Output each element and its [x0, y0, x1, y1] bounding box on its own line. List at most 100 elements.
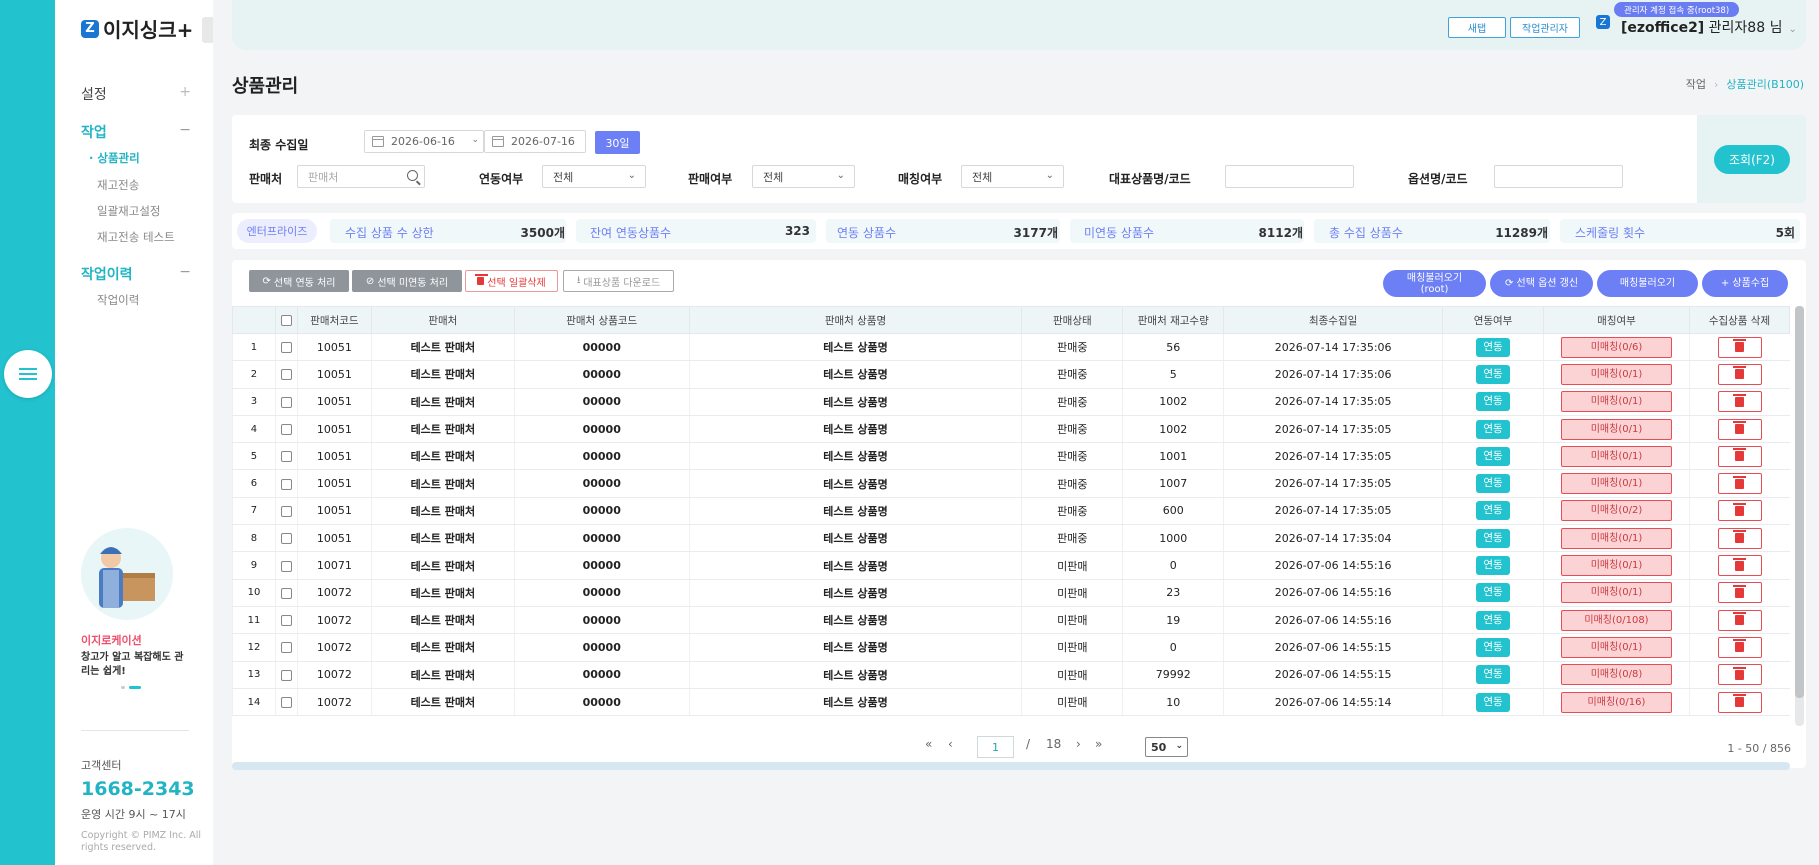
carousel-dot[interactable] [121, 686, 125, 689]
row-checkbox[interactable] [274, 579, 298, 607]
table-row[interactable]: 7 10051 테스트 판매처 00000 테스트 상품명 판매중 600 2026-07-1… [232, 497, 1790, 526]
date-from-input[interactable]: 2026-06-16 ⌄ [364, 130, 484, 153]
link-status-badge[interactable]: 연동 [1476, 692, 1511, 712]
match-status-badge[interactable]: 미매칭(0/1) [1560, 555, 1672, 577]
row-checkbox[interactable] [274, 469, 298, 498]
row-checkbox[interactable] [274, 442, 298, 471]
link-status-badge[interactable]: 연동 [1476, 528, 1511, 548]
cell-product-name[interactable]: 테스트 상품명 [688, 333, 1022, 362]
delete-row-button[interactable] [1717, 691, 1762, 713]
row-checkbox[interactable] [274, 415, 298, 444]
collect-products-button[interactable]: + 상품수집 [1702, 270, 1788, 297]
bulk-delete-button[interactable]: 선택 일괄삭제 [465, 270, 558, 292]
col-header-last-collected[interactable]: 최종수집일 [1223, 306, 1444, 334]
match-status-badge[interactable]: 미매칭(0/6) [1560, 336, 1672, 358]
nav-item-bulk-stock[interactable]: 일괄재고설정 [97, 203, 160, 219]
link-status-badge[interactable]: 연동 [1476, 446, 1511, 466]
delete-row-button[interactable] [1717, 418, 1762, 440]
table-row[interactable]: 5 10051 테스트 판매처 00000 테스트 상품명 판매중 1001 2026-07-… [232, 442, 1790, 471]
match-status-badge[interactable]: 미매칭(0/1) [1560, 473, 1672, 495]
search-icon[interactable] [407, 170, 418, 181]
table-row[interactable]: 1 10051 테스트 판매처 00000 테스트 상품명 판매중 56 2026-07-14… [232, 333, 1790, 362]
match-status-badge[interactable]: 미매칭(0/2) [1560, 500, 1672, 522]
link-status-badge[interactable]: 연동 [1476, 364, 1511, 384]
row-checkbox[interactable] [274, 360, 298, 389]
table-row[interactable]: 8 10051 테스트 판매처 00000 테스트 상품명 판매중 1000 2026-07-… [232, 524, 1790, 553]
bulk-link-button[interactable]: ⟳ 선택 연동 처리 [249, 270, 349, 292]
col-header-sale-status[interactable]: 판매상태 [1021, 306, 1124, 334]
table-row[interactable]: 6 10051 테스트 판매처 00000 테스트 상품명 판매중 1007 2026-07-… [232, 469, 1790, 498]
delete-row-button[interactable] [1717, 636, 1762, 658]
match-select[interactable]: 전체 ⌄ [961, 165, 1064, 188]
row-checkbox[interactable] [274, 606, 298, 635]
match-status-badge[interactable]: 미매칭(0/1) [1560, 363, 1672, 385]
row-checkbox[interactable] [274, 388, 298, 416]
col-header-product-name[interactable]: 판매처 상품명 [688, 306, 1023, 334]
delete-row-button[interactable] [1717, 500, 1762, 522]
new-tab-button[interactable]: 새탭 [1448, 17, 1506, 38]
nav-item-history[interactable]: 작업이력 [97, 292, 139, 308]
cell-product-name[interactable]: 테스트 상품명 [688, 469, 1022, 498]
download-button[interactable]: ⭳ 대표상품 다운로드 [563, 270, 674, 292]
app-logo[interactable]: Z 이지싱크+ [81, 14, 193, 43]
table-row[interactable]: 9 10071 테스트 판매처 00000 테스트 상품명 미판매 0 2026-07-06 … [232, 551, 1790, 580]
delete-row-button[interactable] [1717, 473, 1762, 495]
cell-product-name[interactable]: 테스트 상품명 [688, 551, 1022, 580]
match-load-button[interactable]: 매칭불러오기 [1597, 270, 1698, 297]
seller-search-input[interactable]: 판매처 [297, 165, 425, 188]
delete-row-button[interactable] [1717, 445, 1762, 467]
option-refresh-button[interactable]: ⟳ 선택 옵션 갱신 [1490, 270, 1593, 297]
col-header-stock[interactable]: 판매처 재고수량 [1122, 306, 1225, 334]
table-row[interactable]: 12 10072 테스트 판매처 00000 테스트 상품명 미판매 0 2026-07-06… [232, 633, 1790, 662]
match-load-root-button[interactable]: 매칭불러오기 (root) [1383, 270, 1486, 297]
match-status-badge[interactable]: 미매칭(0/1) [1560, 582, 1672, 604]
cell-product-name[interactable]: 테스트 상품명 [688, 442, 1022, 471]
nav-section-history[interactable]: 작업이력 − [81, 264, 191, 284]
first-page-button[interactable]: « [925, 737, 932, 751]
cell-product-name[interactable]: 테스트 상품명 [688, 497, 1022, 526]
menu-toggle-button[interactable] [4, 350, 52, 398]
next-page-button[interactable]: › [1076, 737, 1081, 751]
promo-title[interactable]: 이지로케이션 [81, 632, 142, 648]
last-page-button[interactable]: » [1095, 737, 1102, 751]
match-status-badge[interactable]: 미매칭(0/108) [1560, 609, 1672, 631]
link-select[interactable]: 전체 ⌄ [542, 165, 646, 188]
row-checkbox[interactable] [274, 633, 298, 662]
nav-section-work[interactable]: 작업 − [81, 122, 191, 142]
task-manager-button[interactable]: 작업관리자 [1510, 17, 1580, 38]
link-status-badge[interactable]: 연동 [1476, 637, 1511, 657]
match-status-badge[interactable]: 미매칭(0/16) [1560, 691, 1672, 713]
table-row[interactable]: 11 10072 테스트 판매처 00000 테스트 상품명 미판매 19 2026-07-0… [232, 606, 1790, 635]
row-checkbox[interactable] [274, 333, 298, 362]
cell-product-name[interactable]: 테스트 상품명 [688, 661, 1022, 689]
link-status-badge[interactable]: 연동 [1476, 337, 1511, 357]
col-header-seller-code[interactable]: 판매처코드 [296, 306, 372, 334]
table-row[interactable]: 13 10072 테스트 판매처 00000 테스트 상품명 미판매 79992 2026-0… [232, 661, 1790, 689]
link-status-badge[interactable]: 연동 [1476, 556, 1511, 576]
match-status-badge[interactable]: 미매칭(0/1) [1560, 636, 1672, 658]
table-row[interactable]: 14 10072 테스트 판매처 00000 테스트 상품명 미판매 10 2026-07-0… [232, 688, 1790, 717]
col-header-link[interactable]: 연동여부 [1442, 306, 1544, 334]
sidebar-collapse-handle[interactable] [202, 17, 213, 43]
page-size-select[interactable]: 50 ⌄ [1145, 737, 1188, 757]
bulk-unlink-button[interactable]: ⊘ 선택 미연동 처리 [352, 270, 462, 292]
prev-page-button[interactable]: ‹ [948, 737, 953, 751]
row-checkbox[interactable] [274, 524, 298, 553]
delete-row-button[interactable] [1717, 527, 1762, 549]
delete-row-button[interactable] [1717, 582, 1762, 604]
delete-row-button[interactable] [1717, 664, 1762, 686]
user-menu[interactable]: [ezoffice2] 관리자88 님 ⌄ [1621, 17, 1797, 37]
sale-select[interactable]: 전체 ⌄ [752, 165, 855, 188]
row-checkbox[interactable] [274, 497, 298, 526]
cell-product-name[interactable]: 테스트 상품명 [688, 688, 1022, 717]
option-input[interactable] [1494, 165, 1623, 188]
vertical-scrollbar-thumb[interactable] [1795, 306, 1804, 698]
promo-illustration[interactable] [81, 528, 173, 620]
link-status-badge[interactable]: 연동 [1476, 583, 1511, 603]
cell-product-name[interactable]: 테스트 상품명 [688, 606, 1022, 635]
cell-product-name[interactable]: 테스트 상품명 [688, 524, 1022, 553]
carousel-dot-active[interactable] [129, 686, 141, 689]
current-page-input[interactable]: 1 [977, 736, 1014, 758]
delete-row-button[interactable] [1717, 555, 1762, 577]
cell-product-name[interactable]: 테스트 상품명 [688, 388, 1022, 416]
